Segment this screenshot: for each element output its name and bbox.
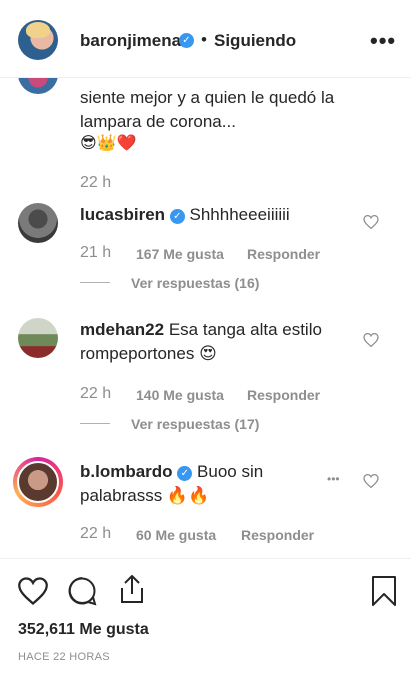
heart-icon[interactable] xyxy=(18,577,48,605)
replies-divider xyxy=(80,282,110,283)
comment-likes[interactable]: 60 Me gusta xyxy=(136,527,216,543)
comment-1-body: lucasbiren ✓ Shhhheeeiiiiii xyxy=(80,203,290,227)
view-replies-button[interactable]: Ver respuestas (17) xyxy=(131,416,259,432)
comment-username[interactable]: lucasbiren xyxy=(80,205,165,224)
bookmark-icon[interactable] xyxy=(371,575,397,607)
verified-badge-icon: ✓ xyxy=(169,209,185,224)
post-header: baronjimena ✓ • Siguiendo ••• xyxy=(0,0,411,78)
verified-badge-icon: ✓ xyxy=(179,33,194,48)
view-replies-button[interactable]: Ver respuestas (16) xyxy=(131,275,259,291)
verified-badge-icon: ✓ xyxy=(177,466,193,481)
more-options-icon[interactable]: ••• xyxy=(370,28,396,54)
comment-text: Esa tanga alta estilo xyxy=(168,320,322,339)
caption-avatar[interactable] xyxy=(18,78,58,94)
comment-3-line-1: b.lombardo ✓ Buoo sin xyxy=(80,460,263,484)
comment-username[interactable]: mdehan22 xyxy=(80,320,164,339)
comment-text: Shhhheeeiiiiii xyxy=(189,205,290,224)
comment-avatar[interactable] xyxy=(17,461,59,503)
comment-avatar[interactable] xyxy=(18,318,58,358)
author-avatar[interactable] xyxy=(18,20,58,60)
comment-avatar[interactable] xyxy=(18,203,58,243)
heart-icon[interactable] xyxy=(363,333,379,347)
comment-likes[interactable]: 140 Me gusta xyxy=(136,387,224,403)
caption-emojis: 😎👑❤️ xyxy=(80,135,137,152)
comment-text: Buoo sin xyxy=(197,462,264,481)
separator-dot: • xyxy=(201,30,207,49)
caption-text-line-1: siente mejor y a quien le quedó la xyxy=(80,88,335,107)
comment-username[interactable]: b.lombardo xyxy=(80,462,173,481)
comment-time[interactable]: 22 h xyxy=(80,385,111,403)
author-username[interactable]: baronjimena xyxy=(80,31,181,51)
follow-status-button[interactable]: Siguiendo xyxy=(214,31,296,51)
comment-icon[interactable] xyxy=(67,576,97,606)
reply-button[interactable]: Responder xyxy=(241,527,314,543)
comment-time[interactable]: 22 h xyxy=(80,525,111,543)
likes-count[interactable]: 352,611 Me gusta xyxy=(18,621,149,639)
replies-divider xyxy=(80,423,110,424)
heart-icon[interactable] xyxy=(363,474,379,488)
post-timestamp[interactable]: HACE 22 HORAS xyxy=(18,651,110,663)
reply-button[interactable]: Responder xyxy=(247,246,320,262)
comment-2-line-1: mdehan22 Esa tanga alta estilo xyxy=(80,318,322,342)
caption-time[interactable]: 22 h xyxy=(80,174,111,192)
comment-more-icon[interactable]: ••• xyxy=(327,472,340,486)
comment-text-line-2: rompeportones 😍 xyxy=(80,344,217,363)
post-actions: 352,611 Me gusta HACE 22 HORAS xyxy=(0,558,411,675)
reply-button[interactable]: Responder xyxy=(247,387,320,403)
comment-likes[interactable]: 167 Me gusta xyxy=(136,246,224,262)
caption-text-line-2: lampara de corona... xyxy=(80,112,236,131)
comment-text-line-2: palabrasss 🔥🔥 xyxy=(80,486,210,505)
share-icon[interactable] xyxy=(118,574,146,604)
comments-list[interactable]: siente mejor y a quien le quedó la lampa… xyxy=(0,78,411,558)
comment-time[interactable]: 21 h xyxy=(80,244,111,262)
heart-icon[interactable] xyxy=(363,215,379,229)
